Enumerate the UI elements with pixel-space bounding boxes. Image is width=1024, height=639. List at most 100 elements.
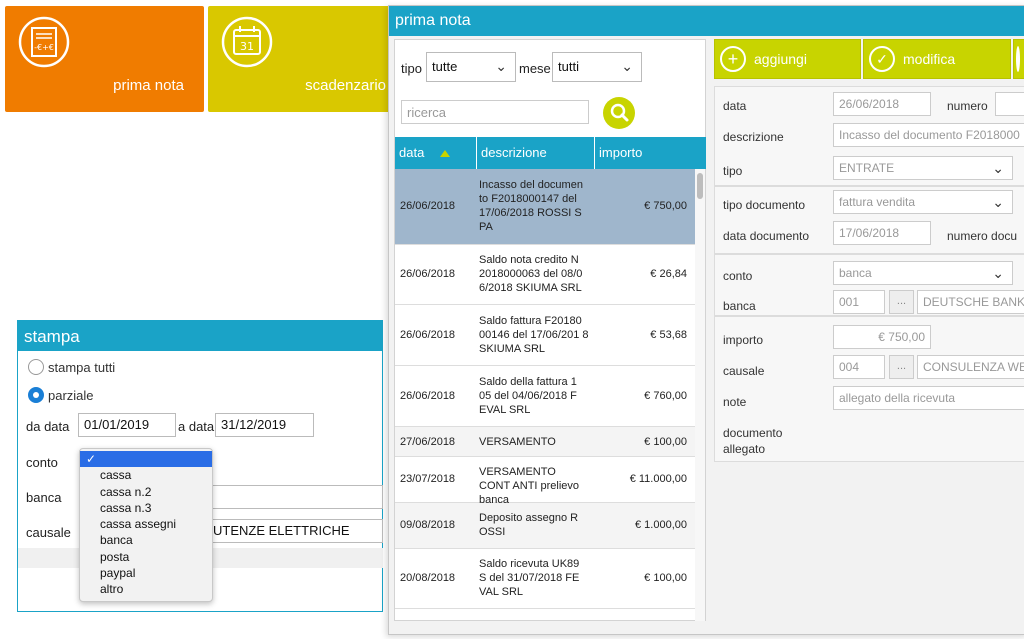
banca-label: banca	[723, 299, 756, 313]
row-amount: € 11.000,00	[629, 473, 687, 485]
row-description: Saldo ricevuta UK89 S del 31/07/2018 FE …	[479, 558, 580, 598]
table-row[interactable]: 26/06/2018 Saldo fattura F20180 00146 de…	[395, 305, 695, 366]
radio-on-icon[interactable]	[28, 387, 44, 403]
tipo-filter-label: tipo	[401, 61, 422, 76]
row-date: 20/08/2018	[400, 572, 456, 584]
da-data-input[interactable]: 01/01/2019	[78, 413, 176, 437]
conto-option[interactable]: cassa assegni	[80, 516, 212, 532]
edit-button[interactable]: ✓ modifica	[863, 39, 1011, 79]
table-row[interactable]: 09/08/2018 Deposito assegno R OSSI € 1.0…	[395, 503, 695, 549]
causale-code-input[interactable]: 004	[833, 355, 885, 379]
radio-label: stampa tutti	[48, 359, 116, 375]
svg-text:-€+€: -€+€	[34, 43, 54, 52]
form-card-importo: importo € 750,00 causale 004 ... CONSULE…	[714, 316, 1024, 462]
chevron-down-icon: ⌄	[621, 58, 633, 74]
table-row[interactable]: 26/06/2018 Incasso del documen to F20180…	[395, 169, 695, 245]
search-input[interactable]: ricerca	[401, 100, 589, 124]
column-header-importo[interactable]: importo	[595, 137, 706, 169]
banca-name-input[interactable]: DEUTSCHE BANK	[917, 290, 1024, 314]
documento-allegato-label: documento allegato	[723, 426, 783, 456]
table-scrollbar[interactable]	[695, 169, 705, 621]
mese-filter-label: mese	[519, 61, 551, 76]
tipo-documento-value: fattura vendita	[839, 195, 916, 209]
tipo-value: ENTRATE	[839, 161, 895, 175]
tile-label: scadenzario	[305, 77, 386, 94]
tile-scadenzario[interactable]: 31 scadenzario	[208, 6, 398, 112]
conto-option[interactable]: posta	[80, 549, 212, 565]
row-description: VERSAMENTO CONT ANTI prelievo banca	[479, 466, 580, 506]
invoice-icon: -€+€	[18, 16, 70, 68]
edit-button-label: modifica	[903, 51, 956, 67]
note-input[interactable]: allegato della ricevuta	[833, 386, 1024, 410]
calendar-day: 31	[240, 40, 254, 53]
stampa-title: stampa	[18, 321, 382, 351]
tile-prima-nota[interactable]: -€+€ prima nota	[5, 6, 204, 112]
table-row[interactable]: 26/06/2018 Saldo della fattura 1 05 del …	[395, 366, 695, 427]
descrizione-input[interactable]: Incasso del documento F2018000	[833, 123, 1024, 147]
row-date: 27/06/2018	[400, 436, 456, 448]
prima-nota-window: prima nota tipo tutte ⌄ mese tutti ⌄ ric…	[388, 5, 1024, 635]
conto-option-empty[interactable]: ✓	[80, 451, 212, 468]
row-date: 26/06/2018	[400, 329, 456, 341]
row-amount: € 750,00	[644, 200, 687, 212]
causale-label: causale	[723, 364, 765, 378]
mese-filter-value: tutti	[558, 59, 579, 74]
table-row[interactable]: 26/06/2018 Saldo nota credito N 20180000…	[395, 245, 695, 305]
chevron-down-icon: ⌄	[992, 160, 1004, 176]
causale-input[interactable]: UTENZE ELETTRICHE	[200, 519, 383, 543]
note-label: note	[723, 395, 747, 409]
chevron-down-icon: ⌄	[992, 194, 1004, 210]
row-date: 26/06/2018	[400, 390, 456, 402]
row-description: Deposito assegno R OSSI	[479, 512, 579, 538]
conto-option[interactable]: cassa n.3	[80, 500, 212, 516]
radio-off-icon[interactable]	[28, 359, 44, 375]
tipo-documento-select[interactable]: fattura vendita ⌄	[833, 190, 1013, 214]
conto-option[interactable]: paypal	[80, 565, 212, 581]
chevron-down-icon: ⌄	[495, 58, 507, 74]
radio-stampa-tutti[interactable]: stampa tutti	[28, 359, 115, 375]
banca-input[interactable]	[200, 485, 383, 509]
row-description: Saldo nota credito N 2018000063 del 08/0…	[479, 254, 583, 294]
causale-lookup-button[interactable]: ...	[889, 355, 914, 379]
conto-value: banca	[839, 266, 872, 280]
more-toolbar-button[interactable]	[1013, 39, 1024, 79]
table-row[interactable]: 23/07/2018 VERSAMENTO CONT ANTI prelievo…	[395, 457, 695, 506]
add-button[interactable]: + aggiungi	[714, 39, 861, 79]
conto-option[interactable]: cassa	[80, 467, 212, 483]
table-row[interactable]: 20/08/2018 Saldo ricevuta UK89 S del 31/…	[395, 549, 695, 609]
table-row[interactable]: 27/06/2018 VERSAMENTO € 100,00	[395, 427, 695, 457]
conto-option[interactable]: cassa n.2	[80, 484, 212, 500]
tile-label: prima nota	[113, 77, 184, 94]
row-date: 09/08/2018	[400, 519, 456, 531]
banca-code-input[interactable]: 001	[833, 290, 885, 314]
data-documento-input[interactable]: 17/06/2018	[833, 221, 931, 245]
a-data-input[interactable]: 31/12/2019	[215, 413, 314, 437]
sort-asc-icon	[439, 150, 450, 158]
column-header-descrizione[interactable]: descrizione	[477, 137, 595, 169]
form-card-conto: conto banca ⌄ banca 001 ... DEUTSCHE BAN…	[714, 254, 1024, 316]
conto-option[interactable]: banca	[80, 532, 212, 548]
conto-dropdown[interactable]: ✓ cassa cassa n.2 cassa n.3 cassa assegn…	[79, 448, 213, 602]
column-header-data[interactable]: data	[395, 137, 477, 169]
importo-input[interactable]: € 750,00	[833, 325, 931, 349]
mese-filter-select[interactable]: tutti ⌄	[552, 52, 642, 82]
chevron-down-icon: ⌄	[992, 265, 1004, 281]
conto-option[interactable]: altro	[80, 581, 212, 597]
conto-select[interactable]: banca ⌄	[833, 261, 1013, 285]
toolbar-icon	[1016, 46, 1020, 72]
data-input[interactable]: 26/06/2018	[833, 92, 931, 116]
banca-lookup-button[interactable]: ...	[889, 290, 914, 314]
tipo-filter-select[interactable]: tutte ⌄	[426, 52, 516, 82]
radio-parziale[interactable]: parziale	[28, 387, 94, 403]
tipo-select[interactable]: ENTRATE ⌄	[833, 156, 1013, 180]
scrollbar-thumb[interactable]	[697, 173, 703, 199]
row-date: 26/06/2018	[400, 268, 456, 280]
causale-name-input[interactable]: CONSULENZA WE	[917, 355, 1024, 379]
row-description: VERSAMENTO	[479, 436, 556, 448]
row-amount: € 100,00	[644, 572, 687, 584]
search-button[interactable]	[603, 97, 635, 129]
numero-input[interactable]	[995, 92, 1024, 116]
tipo-documento-label: tipo documento	[723, 198, 806, 212]
search-icon	[610, 103, 629, 122]
row-amount: € 1.000,00	[635, 519, 687, 531]
